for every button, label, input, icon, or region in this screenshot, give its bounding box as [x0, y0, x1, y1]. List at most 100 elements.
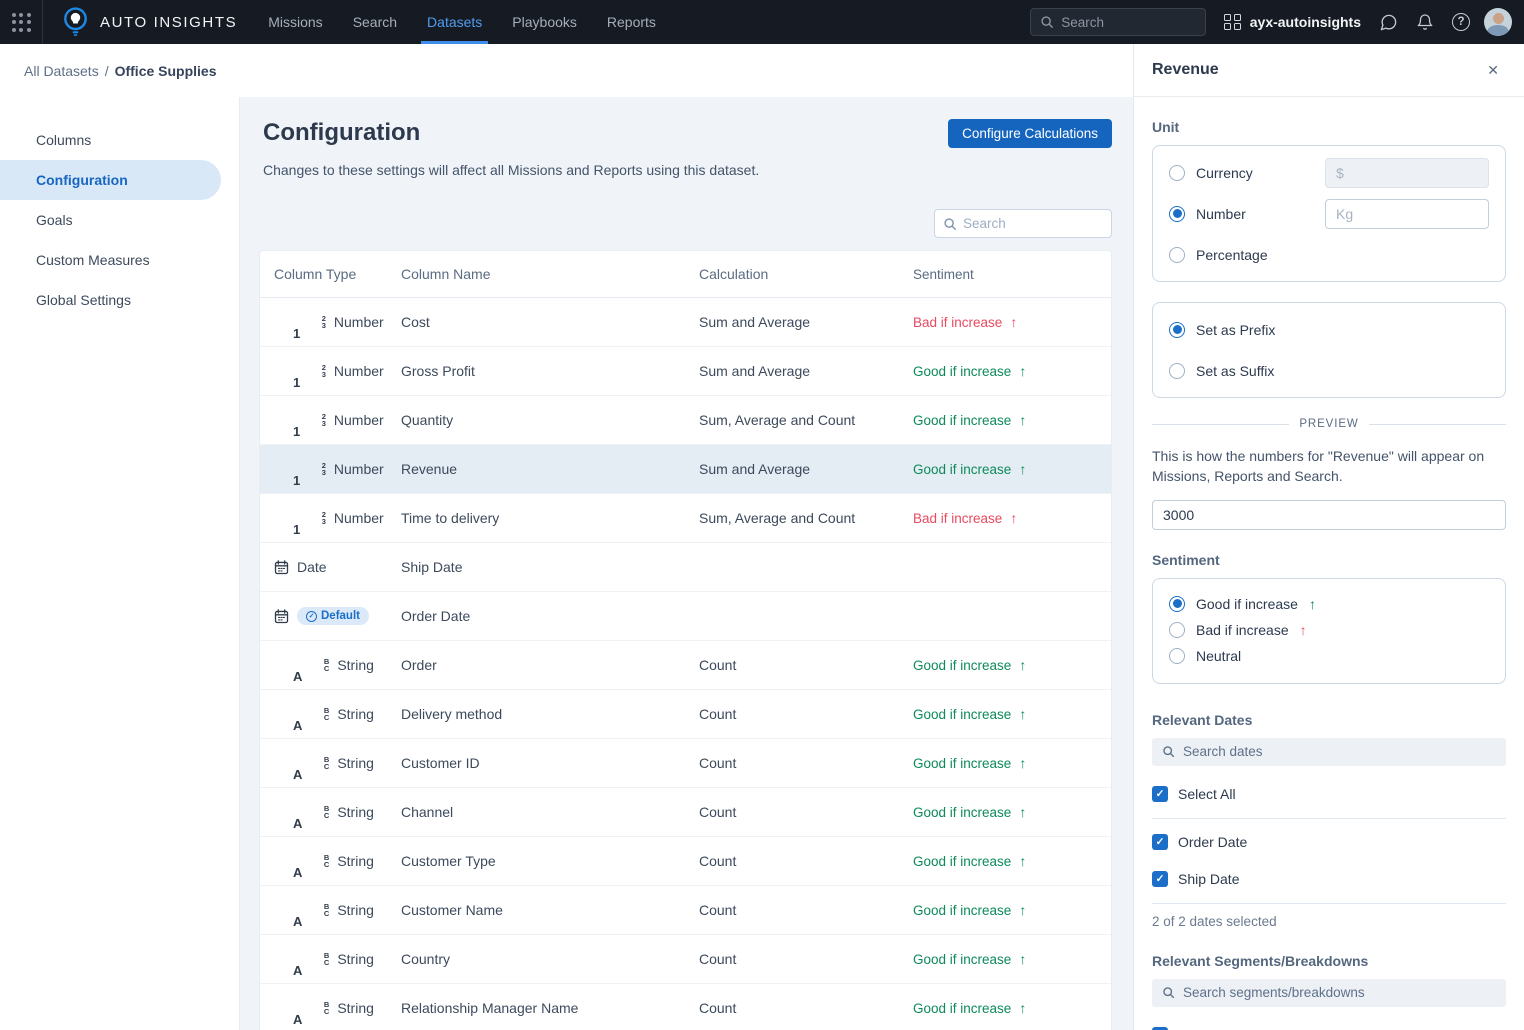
table-row[interactable]: ABCStringCustomer NameCountGood if incre…: [260, 886, 1111, 935]
table-row[interactable]: ABCStringCustomer IDCountGood if increas…: [260, 739, 1111, 788]
unit-option-radio-currency[interactable]: Currency: [1169, 165, 1253, 181]
radio-checked[interactable]: [1169, 596, 1185, 612]
configure-calculations-button[interactable]: Configure Calculations: [948, 119, 1112, 148]
table-row[interactable]: 123NumberQuantitySum, Average and CountG…: [260, 396, 1111, 445]
radio-checked[interactable]: [1169, 206, 1185, 222]
table-row[interactable]: ABCStringCustomer TypeCountGood if incre…: [260, 837, 1111, 886]
help-icon[interactable]: ?: [1452, 13, 1470, 31]
unit-option-radio-percentage[interactable]: Percentage: [1169, 247, 1268, 263]
dates-select-all[interactable]: ✓ Select All: [1152, 776, 1506, 813]
nav-search[interactable]: Search: [338, 0, 412, 44]
affix-option-label: Set as Suffix: [1196, 363, 1274, 379]
sentiment-cell[interactable]: Good if increase ↑: [913, 363, 1111, 379]
table-row[interactable]: ABCStringDelivery methodCountGood if inc…: [260, 690, 1111, 739]
table-row[interactable]: ABCStringOrderCountGood if increase↑: [260, 641, 1111, 690]
string-type-icon: ABC: [274, 795, 329, 830]
unit-number-input[interactable]: [1325, 199, 1489, 229]
divider: [1152, 818, 1506, 819]
notifications-bell-icon[interactable]: [1416, 13, 1434, 32]
app-logo[interactable]: AUTO INSIGHTS: [62, 7, 237, 37]
table-search-row: [259, 209, 1112, 238]
table-row[interactable]: 123NumberGross ProfitSum and AverageGood…: [260, 347, 1111, 396]
user-avatar[interactable]: [1484, 8, 1512, 36]
sidebar-item-configuration[interactable]: Configuration: [0, 160, 221, 200]
column-type-cell: ABCString: [260, 991, 401, 1026]
sidebar-item-goals[interactable]: Goals: [0, 200, 221, 240]
nav-datasets[interactable]: Datasets: [412, 0, 497, 44]
sentiment-cell[interactable]: Good if increase↑: [913, 902, 1111, 918]
segments-select-all[interactable]: ✓ Select All: [1152, 1017, 1506, 1030]
account-name[interactable]: ayx-autoinsights: [1250, 14, 1361, 30]
table-search-input[interactable]: [963, 216, 1103, 231]
string-type-icon: ABC: [274, 648, 329, 683]
sidebar-item-global-settings[interactable]: Global Settings: [0, 280, 221, 320]
calculation-cell: Sum and Average: [699, 363, 913, 379]
breadcrumb-all-datasets[interactable]: All Datasets: [24, 63, 99, 79]
sentiment-cell[interactable]: Good if increase↑: [913, 853, 1111, 869]
date-item-order-date[interactable]: ✓Order Date: [1152, 824, 1506, 861]
preview-value-input[interactable]: [1152, 500, 1506, 530]
nav-reports[interactable]: Reports: [592, 0, 671, 44]
segments-search-input[interactable]: [1183, 985, 1496, 1000]
segments-search[interactable]: [1152, 979, 1506, 1007]
table-search[interactable]: [934, 209, 1112, 238]
radio-unchecked[interactable]: [1169, 165, 1185, 181]
sentiment-cell[interactable]: Good if increase↑: [913, 706, 1111, 722]
chat-icon[interactable]: [1379, 13, 1398, 32]
sentiment-cell[interactable]: Good if increase↑: [913, 951, 1111, 967]
sentiment-cell[interactable]: Good if increase↑: [913, 657, 1111, 673]
topbar: AUTO INSIGHTS MissionsSearchDatasetsPlay…: [0, 0, 1524, 44]
sentiment-cell[interactable]: Good if increase↑: [913, 804, 1111, 820]
header-calculation: Calculation: [699, 266, 913, 282]
sentiment-cell[interactable]: Bad if increase↑: [913, 314, 1111, 330]
table-row[interactable]: Date Ship Date: [260, 543, 1111, 592]
radio-checked[interactable]: [1169, 322, 1185, 338]
checkbox-checked-icon[interactable]: ✓: [1152, 871, 1168, 887]
radio-unchecked[interactable]: [1169, 648, 1185, 664]
table-row[interactable]: 123NumberTime to deliverySum, Average an…: [260, 494, 1111, 543]
topbar-search-input[interactable]: [1061, 15, 1196, 30]
affix-option-set-as-suffix[interactable]: Set as Suffix: [1169, 350, 1489, 391]
affix-option-set-as-prefix[interactable]: Set as Prefix: [1169, 309, 1489, 350]
table-row[interactable]: ABCStringRelationship Manager NameCountG…: [260, 984, 1111, 1030]
table-row[interactable]: 123NumberCostSum and AverageBad if incre…: [260, 298, 1111, 347]
table-row[interactable]: ABCStringChannelCountGood if increase↑: [260, 788, 1111, 837]
sentiment-cell[interactable]: Good if increase↑: [913, 755, 1111, 771]
sentiment-cell[interactable]: Bad if increase↑: [913, 510, 1111, 526]
sentiment-option-neutral[interactable]: Neutral: [1169, 643, 1489, 669]
close-icon[interactable]: ✕: [1487, 62, 1499, 79]
workspace-icon[interactable]: [1224, 14, 1241, 31]
column-name-cell: Ship Date: [401, 559, 699, 575]
app-switcher-button[interactable]: [0, 0, 43, 44]
dates-search-input[interactable]: [1183, 744, 1496, 759]
radio-unchecked[interactable]: [1169, 247, 1185, 263]
sentiment-label: Good if increase: [913, 756, 1011, 771]
table-row[interactable]: 123NumberRevenueSum and AverageGood if i…: [260, 445, 1111, 494]
table-row[interactable]: ABCStringCountryCountGood if increase↑: [260, 935, 1111, 984]
table-row[interactable]: ✓DefaultOrder Date: [260, 592, 1111, 641]
sentiment-option-good-if-increase[interactable]: Good if increase↑: [1169, 591, 1489, 617]
sentiment-option-bad-if-increase[interactable]: Bad if increase↑: [1169, 617, 1489, 643]
date-item-ship-date[interactable]: ✓Ship Date: [1152, 861, 1506, 898]
sentiment-cell[interactable]: Good if increase↑: [913, 1000, 1111, 1016]
calculation-cell: Count: [699, 951, 913, 967]
sentiment-label: Good if increase: [913, 364, 1011, 379]
sidebar-item-custom-measures[interactable]: Custom Measures: [0, 240, 221, 280]
radio-unchecked[interactable]: [1169, 363, 1185, 379]
checkbox-checked-icon[interactable]: ✓: [1152, 786, 1168, 802]
dates-search[interactable]: [1152, 738, 1506, 766]
column-type-label: Date: [297, 559, 327, 575]
nav-missions[interactable]: Missions: [253, 0, 337, 44]
sentiment-cell[interactable]: Good if increase↑: [913, 461, 1111, 477]
radio-unchecked[interactable]: [1169, 622, 1185, 638]
checkbox-checked-icon[interactable]: ✓: [1152, 834, 1168, 850]
unit-option-radio-number[interactable]: Number: [1169, 206, 1246, 222]
topbar-search[interactable]: [1030, 8, 1206, 36]
arrow-up-icon: ↑: [1019, 363, 1026, 379]
nav-playbooks[interactable]: Playbooks: [497, 0, 592, 44]
columns-table: Column Type Column Name Calculation Sent…: [259, 250, 1112, 1030]
sidebar-item-columns[interactable]: Columns: [0, 120, 221, 160]
panel-body: Unit CurrencyNumberPercentage Set as Pre…: [1134, 97, 1524, 1030]
number-type-icon: 123: [274, 354, 326, 389]
sentiment-cell[interactable]: Good if increase↑: [913, 412, 1111, 428]
